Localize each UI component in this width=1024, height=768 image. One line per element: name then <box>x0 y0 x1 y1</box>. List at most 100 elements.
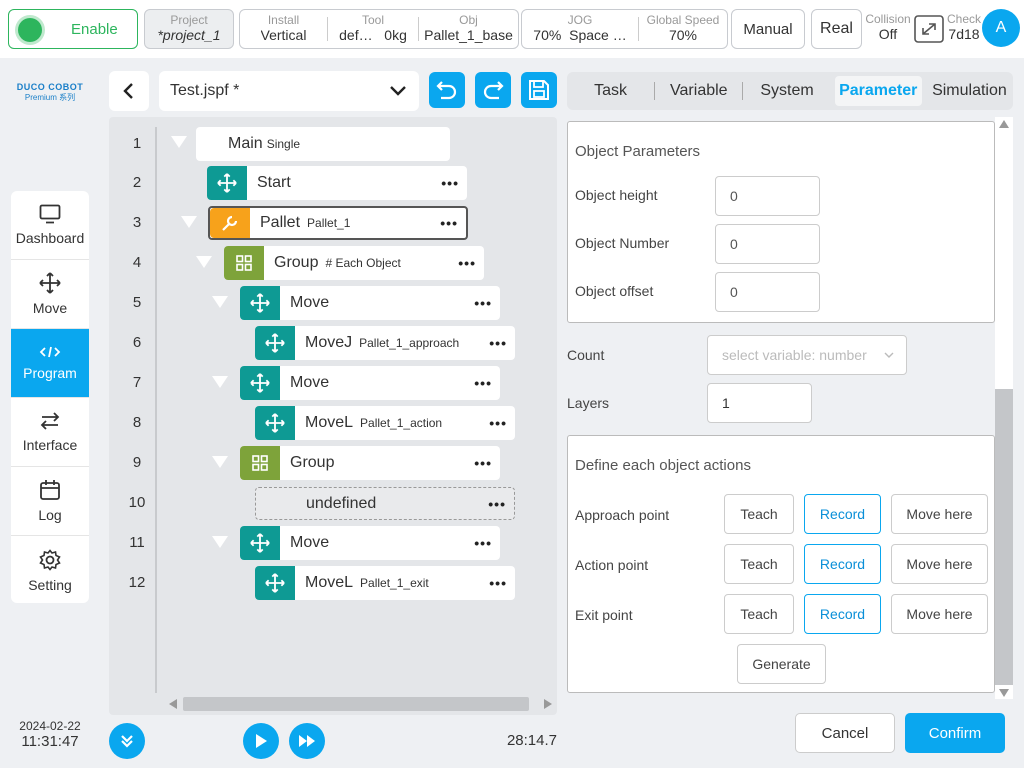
play-button[interactable] <box>243 723 279 759</box>
scroll-thumb[interactable] <box>183 697 529 711</box>
file-select[interactable]: Test.jspf * <box>159 71 419 111</box>
step-into-button[interactable] <box>109 723 145 759</box>
more-icon[interactable]: ••• <box>458 255 476 271</box>
scroll-right-icon[interactable] <box>544 699 552 709</box>
more-icon[interactable]: ••• <box>474 375 492 391</box>
scroll-up-icon[interactable] <box>999 120 1009 128</box>
more-icon[interactable]: ••• <box>474 295 492 311</box>
approach-record-button[interactable]: Record <box>804 494 881 534</box>
collapse-toggle[interactable] <box>212 296 228 308</box>
exit-teach-button[interactable]: Teach <box>724 594 794 634</box>
collapse-toggle[interactable] <box>171 136 187 148</box>
expand-icon[interactable] <box>914 15 944 43</box>
tab-task[interactable]: Task <box>567 76 654 106</box>
fast-forward-button[interactable] <box>289 723 325 759</box>
jog-value: 70% Space … <box>533 27 626 44</box>
jog-speed-box[interactable]: JOG 70% Space … Global Speed 70% <box>521 9 728 49</box>
object-height-input[interactable]: 0 <box>715 176 820 216</box>
horizontal-scrollbar[interactable] <box>169 697 552 711</box>
line-number: 7 <box>132 374 142 391</box>
collapse-toggle[interactable] <box>212 376 228 388</box>
object-offset-input[interactable]: 0 <box>715 272 820 312</box>
check-value: 7d18 <box>948 26 980 42</box>
parameter-panel: Object Parameters Object height 0 Object… <box>567 117 1013 699</box>
tree-node-group[interactable]: Group ••• <box>240 446 500 480</box>
install-value: Vertical <box>260 27 307 43</box>
collapse-toggle[interactable] <box>181 216 197 228</box>
approach-teach-button[interactable]: Teach <box>724 494 794 534</box>
real-button[interactable]: Real <box>811 9 862 49</box>
sidebar-item-dashboard[interactable]: Dashboard <box>11 191 89 260</box>
tree-node-main[interactable]: Main Single <box>196 127 450 161</box>
action-point-label: Action point <box>575 557 649 573</box>
tab-variable[interactable]: Variable <box>655 76 742 106</box>
scroll-down-icon[interactable] <box>999 689 1009 697</box>
more-icon[interactable]: ••• <box>440 215 458 231</box>
scroll-left-icon[interactable] <box>169 699 177 709</box>
node-name: undefined <box>306 494 377 512</box>
move-icon <box>207 166 247 200</box>
action-move-here-button[interactable]: Move here <box>891 544 988 584</box>
tree-node-pallet[interactable]: Pallet Pallet_1 ••• <box>208 206 468 240</box>
more-icon[interactable]: ••• <box>489 415 507 431</box>
object-number-input[interactable]: 0 <box>715 224 820 264</box>
check-status[interactable]: Check 7d18 <box>944 13 984 43</box>
exit-move-here-button[interactable]: Move here <box>891 594 988 634</box>
install-tool-obj-box[interactable]: Install Vertical Tool def… 0kg Obj Palle… <box>239 9 519 49</box>
tree-node-movel[interactable]: MoveL Pallet_1_action ••• <box>255 406 515 440</box>
generate-button[interactable]: Generate <box>737 644 826 684</box>
sidebar-item-setting[interactable]: Setting <box>11 536 89 603</box>
more-icon[interactable]: ••• <box>474 455 492 471</box>
more-icon[interactable]: ••• <box>489 575 507 591</box>
move-icon <box>255 406 295 440</box>
project-box[interactable]: Project *project_1 <box>144 9 234 49</box>
collapse-toggle[interactable] <box>212 456 228 468</box>
layers-input[interactable]: 1 <box>707 383 812 423</box>
undo-button[interactable] <box>429 72 465 108</box>
sidebar-item-interface[interactable]: Interface <box>11 398 89 467</box>
redo-button[interactable] <box>475 72 511 108</box>
tree-node-move[interactable]: Move ••• <box>240 526 500 560</box>
clock: 2024-02-22 11:31:47 <box>8 719 92 750</box>
collapse-toggle[interactable] <box>196 256 212 268</box>
tree-node-start[interactable]: Start ••• <box>207 166 467 200</box>
action-teach-button[interactable]: Teach <box>724 544 794 584</box>
sidebar-item-program[interactable]: Program <box>11 329 89 398</box>
jog-label: JOG <box>567 13 593 27</box>
cancel-button[interactable]: Cancel <box>795 713 895 753</box>
enable-button[interactable]: Enable <box>8 9 138 49</box>
tree-node-move[interactable]: Move ••• <box>240 286 500 320</box>
tab-parameter[interactable]: Parameter <box>834 76 922 106</box>
jog-speed: 70% <box>533 27 562 43</box>
tab-system[interactable]: System <box>743 76 830 106</box>
count-select[interactable]: select variable: number <box>707 335 907 375</box>
brand-logo: DUCO COBOT Premium 系列 <box>10 82 90 103</box>
node-name: Main <box>228 135 263 152</box>
approach-move-here-button[interactable]: Move here <box>891 494 988 534</box>
more-icon[interactable]: ••• <box>474 535 492 551</box>
tree-node-movel[interactable]: MoveL Pallet_1_exit ••• <box>255 566 515 600</box>
approach-point-label: Approach point <box>575 507 670 523</box>
more-icon[interactable]: ••• <box>488 496 506 512</box>
vertical-scrollbar[interactable] <box>995 117 1013 699</box>
confirm-button[interactable]: Confirm <box>905 713 1005 753</box>
tree-node-group[interactable]: Group # Each Object ••• <box>224 246 484 280</box>
sidebar-item-move[interactable]: Move <box>11 260 89 329</box>
action-record-button[interactable]: Record <box>804 544 881 584</box>
sidebar-item-log[interactable]: Log <box>11 467 89 536</box>
back-button[interactable] <box>109 71 149 111</box>
more-icon[interactable]: ••• <box>441 175 459 191</box>
tree-node-undefined[interactable]: undefined ••• <box>255 487 515 520</box>
count-label: Count <box>567 347 605 363</box>
tab-simulation[interactable]: Simulation <box>926 76 1013 106</box>
scroll-thumb[interactable] <box>995 389 1013 685</box>
collision-status[interactable]: Collision Off <box>864 13 912 43</box>
tree-node-move[interactable]: Move ••• <box>240 366 500 400</box>
avatar[interactable]: A <box>982 9 1020 47</box>
tree-node-movej[interactable]: MoveJ Pallet_1_approach ••• <box>255 326 515 360</box>
save-button[interactable] <box>521 72 557 108</box>
exit-record-button[interactable]: Record <box>804 594 881 634</box>
more-icon[interactable]: ••• <box>489 335 507 351</box>
mode-button[interactable]: Manual <box>731 9 805 49</box>
collapse-toggle[interactable] <box>212 536 228 548</box>
